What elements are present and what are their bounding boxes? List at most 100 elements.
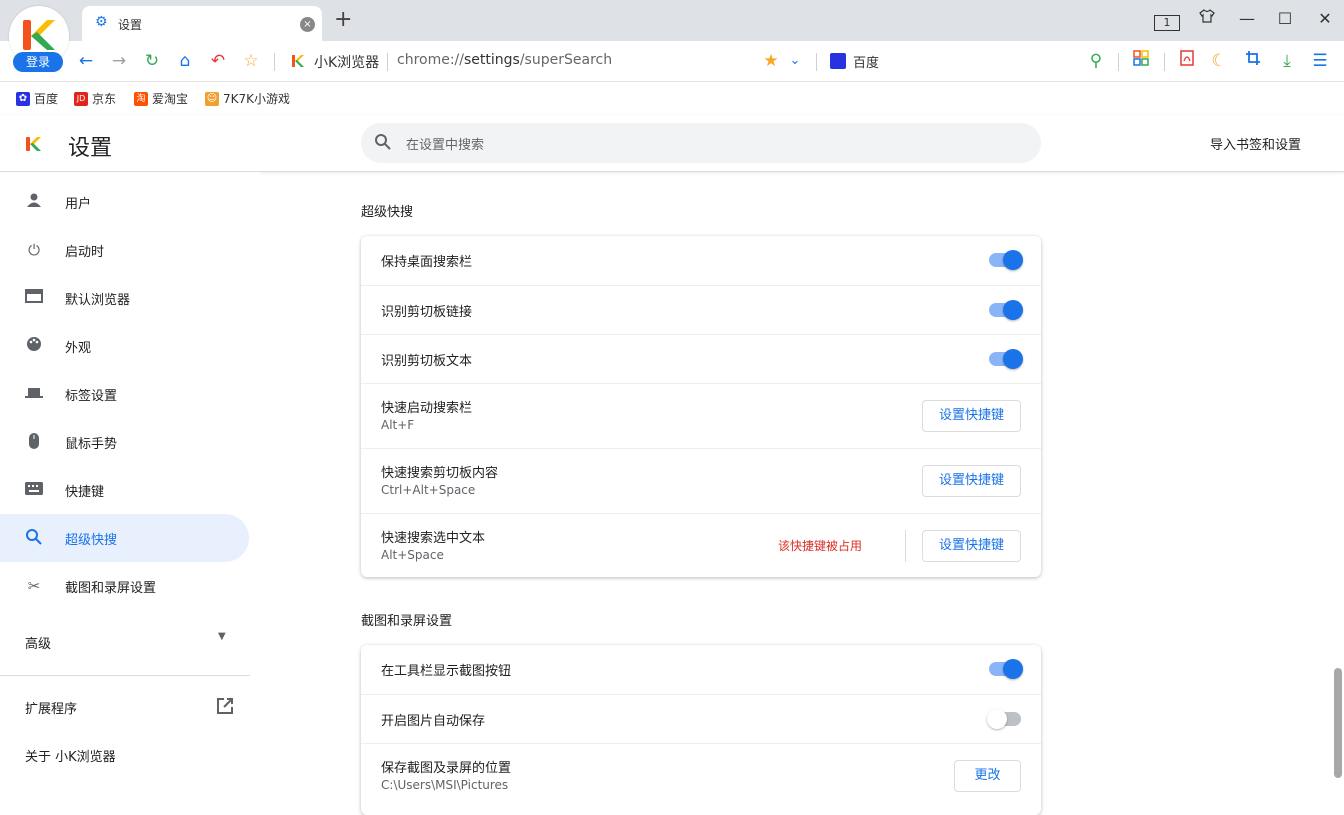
toggle-switch[interactable] (989, 659, 1023, 679)
power-icon: ⏻ (28, 241, 40, 259)
bookmark-item[interactable]: 淘 爱淘宝 (134, 90, 188, 107)
tab-settings[interactable]: ⚙ 设置 × (82, 6, 322, 41)
new-tab-button[interactable]: + (334, 8, 352, 32)
toggle-switch[interactable] (987, 709, 1021, 729)
back-icon[interactable]: ← (75, 50, 97, 72)
download-icon[interactable]: ⤓ (1276, 50, 1298, 72)
toggle-switch[interactable] (989, 300, 1023, 320)
search-icon (374, 133, 392, 155)
7k7k-icon: ☺ (205, 91, 219, 106)
maximize-icon[interactable]: ☐ (1270, 8, 1300, 30)
setting-row: 快速启动搜索栏 Alt+F 设置快捷键 (361, 383, 1041, 448)
setting-row[interactable]: 开启图片自动保存 (361, 694, 1041, 743)
sidebar-item-user[interactable]: 用户 (0, 178, 249, 226)
sidebar-item-default-browser[interactable]: 默认浏览器 (0, 274, 249, 322)
settings-logo-icon (24, 135, 42, 153)
sidebar-advanced[interactable]: 高级 ▼ (0, 618, 249, 666)
sidebar-about[interactable]: 关于 小K浏览器 (0, 731, 249, 779)
setting-row[interactable]: 识别剪切板文本 (361, 334, 1041, 383)
chevron-down-icon[interactable]: ⌄ (784, 50, 806, 72)
super-search-card: 保持桌面搜索栏 识别剪切板链接 识别剪切板文本 快速启动搜索栏 Alt+F 设置… (361, 236, 1041, 577)
screenshot-card: 在工具栏显示截图按钮 开启图片自动保存 保存截图及录屏的位置 C:\Users\… (361, 645, 1041, 815)
bookmark-item[interactable]: JD 京东 (74, 90, 116, 107)
bookmarks-bar: ✿ 百度 JD 京东 淘 爱淘宝 ☺ 7K7K小游戏 (0, 82, 1344, 115)
page-title: 设置 (68, 136, 113, 161)
setting-row: 保存截图及录屏的位置 C:\Users\MSI\Pictures 更改 (361, 743, 1041, 809)
sidebar-item-tabs[interactable]: 标签设置 (0, 370, 249, 418)
setting-row[interactable]: 在工具栏显示截图按钮 (361, 645, 1041, 694)
sidebar-item-mouse-gesture[interactable]: 鼠标手势 (0, 418, 249, 466)
keyboard-icon (24, 480, 44, 500)
divider (1118, 53, 1119, 71)
mouse-icon (24, 432, 44, 452)
open-external-icon (216, 697, 234, 719)
gear-icon: ⚙ (95, 14, 108, 30)
site-k-icon (291, 53, 305, 69)
menu-icon[interactable]: ☰ (1309, 50, 1331, 72)
search-placeholder: 在设置中搜索 (406, 138, 485, 153)
divider (387, 53, 388, 71)
favorite-star-icon[interactable]: ★ (760, 50, 782, 72)
bookmark-item[interactable]: ✿ 百度 (16, 90, 58, 107)
reload-icon[interactable]: ↻ (141, 50, 163, 72)
close-icon[interactable]: × (300, 17, 315, 32)
baidu-paw-icon (830, 53, 846, 69)
section-title-screenshot: 截图和录屏设置 (361, 614, 453, 629)
toolbar: ← → ↻ ⌂ ↶ ☆ 小K浏览器 chrome://settings/supe… (0, 41, 1344, 82)
night-mode-icon[interactable]: ☾ (1208, 50, 1230, 72)
address-url[interactable]: chrome://settings/superSearch (397, 52, 612, 68)
search-engine-label[interactable]: 百度 (853, 52, 879, 71)
close-window-icon[interactable]: ✕ (1310, 8, 1340, 30)
sidebar-item-appearance[interactable]: 外观 (0, 322, 249, 370)
settings-header: 设置 在设置中搜索 导入书签和设置 (0, 115, 1344, 172)
home-icon[interactable]: ⌂ (174, 50, 196, 72)
sidebar-item-screenshot[interactable]: ✂ 截图和录屏设置 (0, 562, 249, 610)
toggle-switch[interactable] (989, 250, 1023, 270)
sidebar-item-shortcuts[interactable]: 快捷键 (0, 466, 249, 514)
crop-icon[interactable] (1242, 50, 1264, 72)
address-site-name[interactable]: 小K浏览器 (314, 52, 379, 72)
search-icon (24, 528, 44, 548)
toggle-switch[interactable] (989, 349, 1023, 369)
bookmark-star-icon[interactable]: ☆ (240, 50, 262, 72)
set-shortcut-button[interactable]: 设置快捷键 (922, 400, 1021, 432)
change-location-button[interactable]: 更改 (954, 760, 1021, 792)
apps-grid-icon[interactable] (1130, 50, 1152, 72)
divider (905, 530, 906, 562)
section-title-super-search: 超级快搜 (361, 205, 414, 220)
palette-icon (24, 336, 44, 356)
tab-title: 设置 (118, 18, 143, 32)
set-shortcut-button[interactable]: 设置快捷键 (922, 530, 1021, 562)
setting-row[interactable]: 识别剪切板链接 (361, 285, 1041, 334)
settings-sidebar: 用户 ⏻ 启动时 默认浏览器 外观 标签设置 鼠标手势 快捷键 超级快搜 ✂ 截… (0, 172, 260, 800)
sidebar-item-super-search[interactable]: 超级快搜 (0, 514, 249, 562)
set-shortcut-button[interactable]: 设置快捷键 (922, 465, 1021, 497)
divider (274, 53, 275, 71)
sidebar-extensions[interactable]: 扩展程序 (0, 683, 249, 731)
divider (0, 675, 250, 676)
login-button[interactable]: 登录 (13, 52, 63, 72)
settings-search-input[interactable]: 在设置中搜索 (361, 123, 1041, 163)
forward-icon[interactable]: → (108, 50, 130, 72)
tab-icon (24, 384, 44, 404)
caret-down-icon: ▼ (218, 631, 226, 642)
scrollbar-thumb[interactable] (1334, 668, 1342, 778)
pdf-icon[interactable] (1176, 50, 1198, 72)
setting-row[interactable]: 保持桌面搜索栏 (361, 236, 1041, 285)
search-icon[interactable]: ⚲ (1085, 50, 1107, 72)
aitaobao-icon: 淘 (134, 91, 148, 106)
tab-count-button[interactable]: 1 (1152, 10, 1182, 32)
sidebar-item-startup[interactable]: ⏻ 启动时 (0, 226, 249, 274)
import-bookmarks-link[interactable]: 导入书签和设置 (1210, 134, 1301, 153)
scissors-icon: ✂ (27, 577, 41, 595)
minimize-icon[interactable]: — (1232, 8, 1262, 30)
browser-window-icon (24, 288, 44, 308)
jd-icon: JD (74, 91, 88, 106)
baidu-paw-icon: ✿ (16, 91, 30, 106)
skin-icon[interactable] (1192, 8, 1222, 30)
setting-row: 快速搜索剪切板内容 Ctrl+Alt+Space 设置快捷键 (361, 448, 1041, 513)
bookmark-item[interactable]: ☺ 7K7K小游戏 (205, 90, 290, 107)
person-icon (24, 192, 44, 212)
undo-close-icon[interactable]: ↶ (207, 50, 229, 72)
divider (1164, 53, 1165, 71)
